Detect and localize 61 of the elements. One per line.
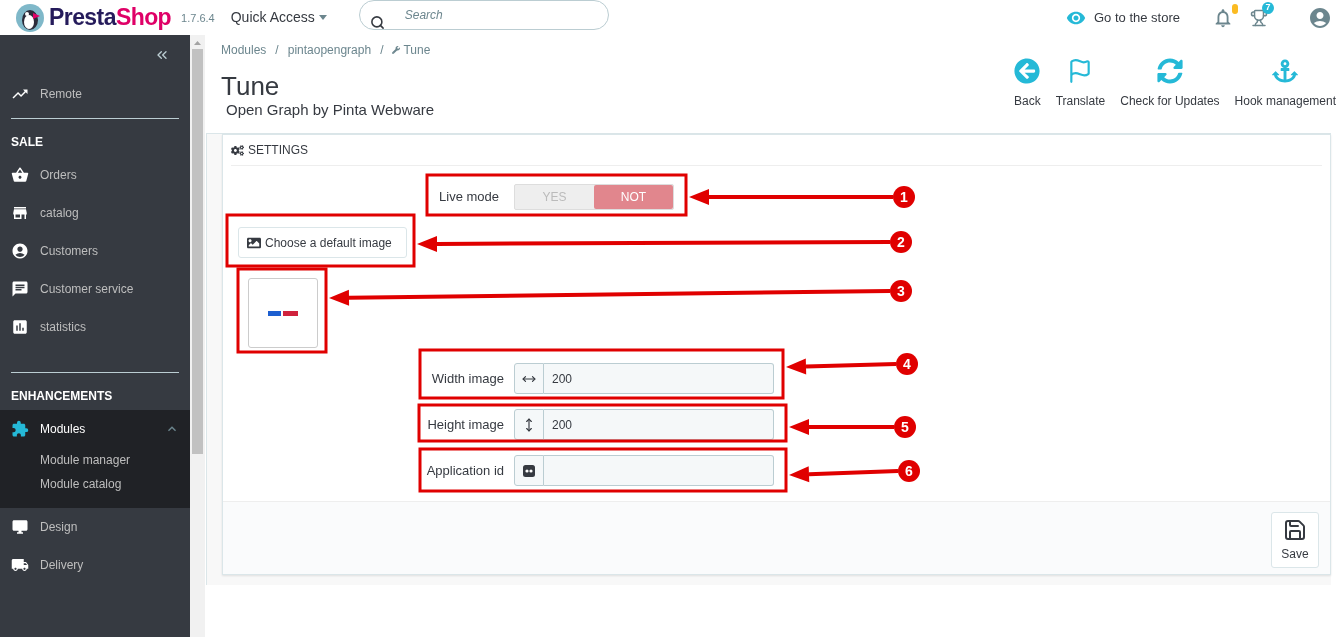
version-text: 1.7.6.4: [181, 11, 215, 27]
panel-heading: SETTINGS: [231, 135, 1322, 166]
toolbar-button[interactable]: Hook management: [1234, 58, 1336, 110]
scrollbar-thumb[interactable]: [192, 49, 203, 454]
save-button[interactable]: Save: [1271, 512, 1319, 568]
chat-icon: [11, 280, 29, 298]
submenu-item[interactable]: Module manager: [0, 448, 190, 472]
anchor-icon: [1272, 58, 1299, 84]
page-title: Tune: [221, 71, 281, 101]
field-label: Height image: [426, 415, 505, 434]
scroll-up-icon[interactable]: [194, 41, 201, 45]
image-icon: [247, 235, 261, 250]
chart-icon: [11, 318, 29, 336]
id-card-icon: [523, 464, 535, 477]
field-label: Width image: [430, 369, 505, 388]
monitor-icon: [11, 518, 29, 536]
quick-access-dropdown[interactable]: Quick Access: [230, 7, 327, 28]
sidebar-item[interactable]: Modules: [0, 410, 190, 448]
gears-icon: [231, 143, 244, 157]
store-icon: [11, 204, 29, 222]
user-icon[interactable]: [1308, 5, 1332, 30]
field-label: Application id: [425, 461, 505, 480]
breadcrumb-current: Tune: [392, 41, 431, 59]
user-icon: [11, 242, 29, 260]
submenu-item[interactable]: Module catalog: [0, 472, 190, 496]
basket-icon: [11, 166, 29, 184]
choose-image-button[interactable]: Choose a default image: [238, 227, 407, 258]
breadcrumb-separator: /: [380, 42, 384, 59]
page-subtitle: Open Graph by Pinta Webware: [226, 101, 435, 119]
breadcrumb-separator: /: [275, 42, 279, 59]
toolbar-button[interactable]: Check for Updates: [1120, 58, 1220, 110]
puzzle-icon: [11, 420, 29, 438]
logo-text: PrestaShop: [49, 6, 172, 29]
back-arrow-icon: [1014, 58, 1041, 84]
sidebar-item[interactable]: Customer service: [0, 270, 190, 308]
input-field[interactable]: 200: [544, 409, 774, 440]
refresh-icon: [1156, 58, 1183, 84]
store-logo-drawing: [268, 310, 298, 316]
section-heading: ENHANCEMENTS: [10, 388, 114, 405]
wrench-icon: [392, 46, 401, 54]
truck-icon: [11, 556, 29, 574]
breadcrumb-link[interactable]: pintaopengraph: [287, 41, 372, 59]
sidebar-item[interactable]: catalog: [0, 194, 190, 232]
toolbar-button[interactable]: Back: [1013, 58, 1041, 110]
field-label: Live mode: [438, 188, 500, 207]
breadcrumb-link[interactable]: Modules: [221, 41, 267, 59]
sidebar-item[interactable]: Remote: [0, 75, 190, 113]
store-link[interactable]: Go to the store: [1066, 7, 1180, 28]
search-field[interactable]: Search: [358, 0, 609, 30]
sidebar-item[interactable]: Delivery: [0, 546, 190, 584]
sidebar-item[interactable]: Orders: [0, 156, 190, 194]
count-badge: 7: [1262, 1, 1274, 14]
section-heading: SALE: [10, 134, 44, 151]
sidebar-item[interactable]: Design: [0, 508, 190, 546]
input-field[interactable]: 200: [544, 363, 774, 394]
caret-icon: [318, 15, 327, 20]
search-icon: [369, 14, 385, 30]
input-field[interactable]: [544, 455, 774, 486]
sidebar-item[interactable]: Customers: [0, 232, 190, 270]
sidebar-item[interactable]: statistics: [0, 308, 190, 346]
toolbar-button[interactable]: Translate: [1055, 58, 1106, 110]
